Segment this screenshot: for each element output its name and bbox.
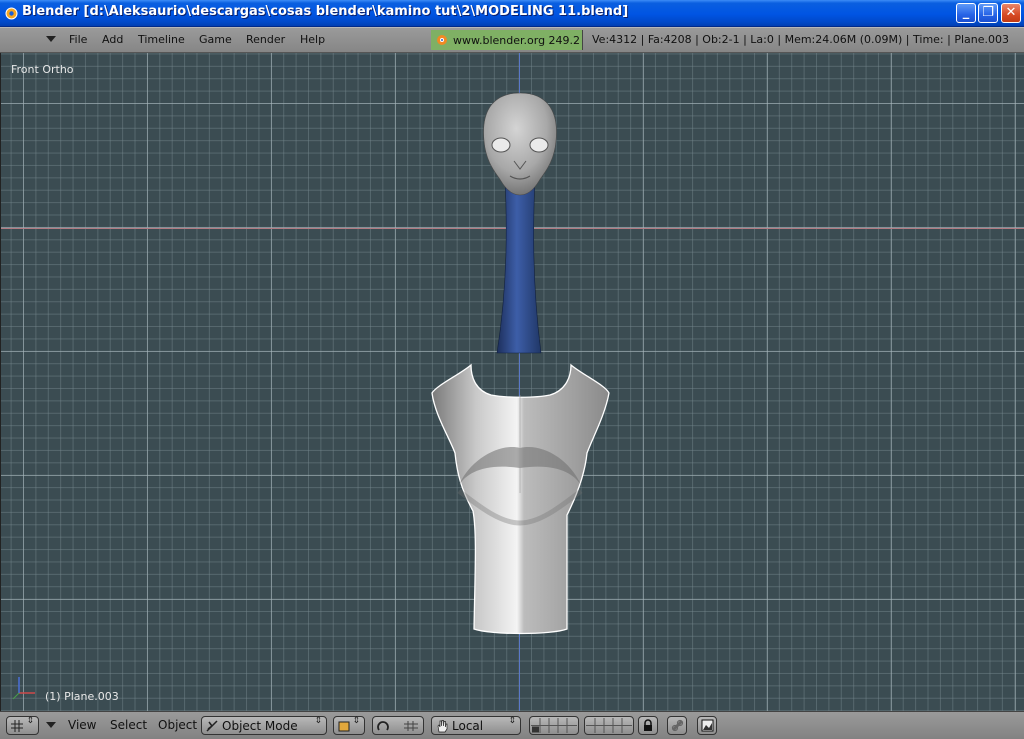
layers-icon [531,718,577,733]
layers-1-10[interactable] [529,716,579,735]
menu-help[interactable]: Help [300,33,325,46]
chevron-updown-icon: ⇕ [508,716,516,726]
blender-website-link[interactable]: www.blender.org 249.2 [431,30,583,50]
object-mode-icon [206,720,218,732]
rotate-manipulator-icon [377,721,389,731]
menu-view[interactable]: View [68,718,96,732]
grid-icon [11,720,23,732]
window-title-bar: Blender [d:\Aleksaurio\descargas\cosas b… [0,0,1024,27]
mode-value: Object Mode [222,719,298,733]
menu-file[interactable]: File [69,33,87,46]
menu-timeline[interactable]: Timeline [138,33,185,46]
header-collapse-icon[interactable] [46,722,56,728]
view3d-header: ⇕ View Select Object Object Mode ⇕ ⇕ Loc… [0,711,1024,739]
blender-logo-icon [5,7,18,20]
menu-object[interactable]: Object [158,718,197,732]
3d-viewport[interactable]: Front Ortho (1) Plane.003 [0,53,1024,711]
character-model[interactable] [1,53,1024,711]
lock-icon [644,719,652,731]
scene-stats: Ve:4312 | Fa:4208 | Ob:2-1 | La:0 | Mem:… [592,33,1009,46]
menu-select[interactable]: Select [110,718,147,732]
menu-game[interactable]: Game [199,33,232,46]
blender-url: www.blender.org 249.2 [453,34,581,47]
minimize-button[interactable]: _ [956,3,976,23]
layers-icon [586,718,632,733]
header-collapse-icon[interactable] [46,36,56,42]
chevron-updown-icon: ⇕ [352,716,360,726]
solid-shading-icon [338,721,350,732]
draw-type-selector[interactable]: ⇕ [333,716,365,735]
view-name: Front Ortho [11,63,74,76]
close-button[interactable]: ✕ [1001,3,1021,23]
mode-selector[interactable]: Object Mode ⇕ [201,716,327,735]
transform-orientation-selector[interactable]: Local ⇕ [431,716,521,735]
menu-render[interactable]: Render [246,33,285,46]
chevron-updown-icon: ⇕ [314,716,322,726]
orientation-value: Local [452,719,484,733]
menu-add[interactable]: Add [102,33,123,46]
blender-logo-icon [437,35,447,45]
hand-icon [437,720,448,733]
snap-grid-icon [404,721,418,731]
info-header: File Add Timeline Game Render Help www.b… [0,27,1024,53]
maximize-button[interactable]: ❐ [978,3,998,23]
lock-layer-button[interactable] [638,716,658,735]
link-button[interactable] [667,716,687,735]
editor-type-selector[interactable]: ⇕ [6,716,39,735]
render-icon [701,719,714,732]
layers-11-20[interactable] [584,716,634,735]
render-preview-button[interactable] [697,716,717,735]
axis-gizmo-icon [12,677,35,700]
chevron-updown-icon: ⇕ [26,716,34,726]
pivot-selector[interactable] [372,716,424,735]
neck-mesh [496,177,542,354]
link-icon [671,719,684,732]
window-title: Blender [d:\Aleksaurio\descargas\cosas b… [22,4,629,19]
active-object-label: (1) Plane.003 [45,690,119,703]
